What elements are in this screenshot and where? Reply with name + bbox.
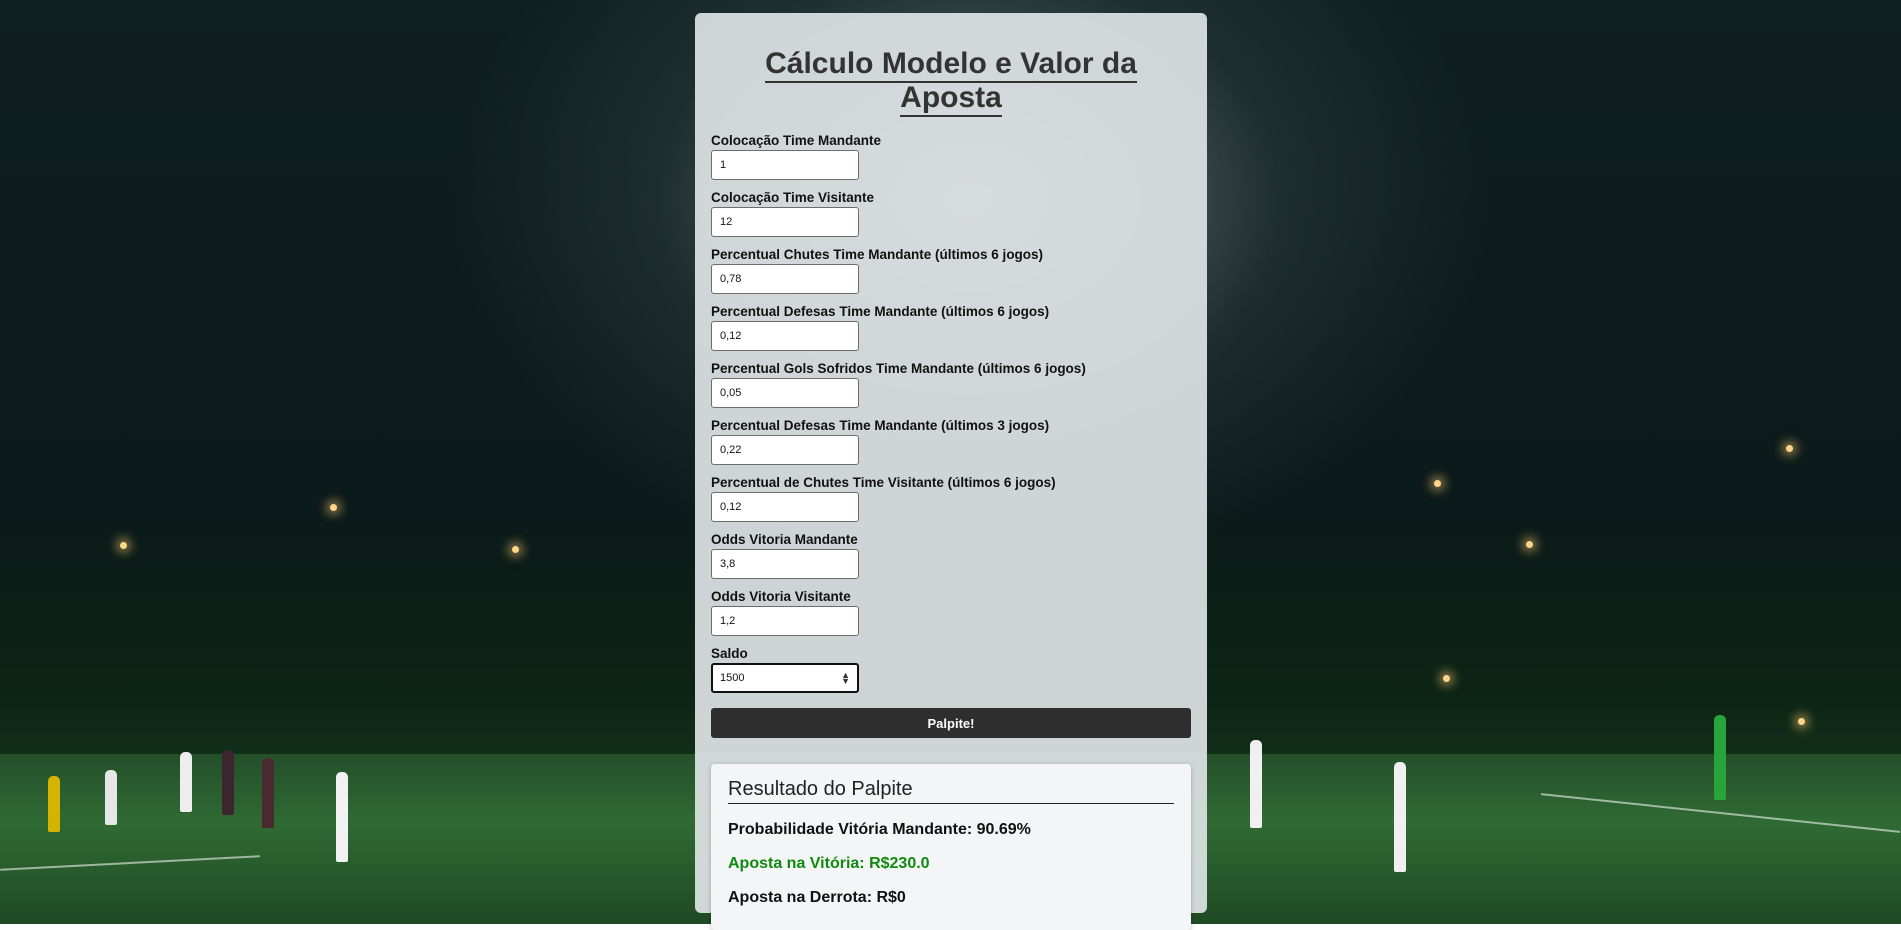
page-title: Cálculo Modelo e Valor da Aposta	[711, 47, 1191, 117]
input-value: 1,2	[720, 615, 736, 627]
player-figure	[180, 752, 192, 812]
spinner-arrows-icon[interactable]: ▲ ▼	[841, 671, 850, 686]
field-label: Odds Vitoria Mandante	[711, 532, 858, 547]
home-saves-3-input[interactable]: 0,22	[711, 435, 859, 465]
bet-form: Colocação Time Mandante 1 Colocação Time…	[711, 133, 1191, 738]
stadium-light	[1443, 675, 1450, 682]
field-label: Colocação Time Mandante	[711, 133, 882, 148]
field-balance: Saldo 1500 ▲ ▼	[711, 646, 1191, 703]
stadium-light	[512, 546, 519, 553]
home-win-probability: Probabilidade Vitória Mandante: 90.69%	[728, 821, 1031, 838]
input-value: 3,8	[720, 558, 736, 570]
player-figure	[1714, 715, 1726, 800]
input-value: 0,22	[720, 444, 742, 456]
field-label: Percentual de Chutes Time Visitante (últ…	[711, 475, 1056, 490]
stadium-light	[1786, 445, 1793, 452]
field-odds-home-win: Odds Vitoria Mandante 3,8	[711, 532, 1191, 589]
player-figure	[1394, 762, 1406, 872]
pitch-line	[0, 855, 260, 871]
input-value: 0,12	[720, 501, 742, 513]
player-figure	[1250, 740, 1262, 828]
player-figure	[262, 758, 274, 828]
loss-bet-amount: Aposta na Derrota: R$0	[728, 889, 906, 906]
player-figure	[222, 750, 234, 815]
field-home-position: Colocação Time Mandante 1	[711, 133, 1191, 190]
field-home-goals-conceded-6: Percentual Gols Sofridos Time Mandante (…	[711, 361, 1191, 418]
odds-home-win-input[interactable]: 3,8	[711, 549, 859, 579]
odds-away-win-input[interactable]: 1,2	[711, 606, 859, 636]
field-label: Percentual Defesas Time Mandante (último…	[711, 418, 1050, 433]
home-position-input[interactable]: 1	[711, 150, 859, 180]
player-figure	[105, 770, 117, 825]
input-value: 12	[720, 216, 733, 228]
field-away-shots-6: Percentual de Chutes Time Visitante (últ…	[711, 475, 1191, 532]
field-label: Percentual Defesas Time Mandante (último…	[711, 304, 1050, 319]
player-figure	[48, 776, 60, 832]
input-value: 0,78	[720, 273, 742, 285]
field-home-saves-3: Percentual Defesas Time Mandante (último…	[711, 418, 1191, 475]
result-box: Resultado do Palpite Probabilidade Vitór…	[711, 764, 1191, 930]
input-value: 1	[720, 159, 727, 171]
stadium-light	[1434, 480, 1441, 487]
home-shots-6-input[interactable]: 0,78	[711, 264, 859, 294]
field-home-shots-6: Percentual Chutes Time Mandante (últimos…	[711, 247, 1191, 304]
stadium-light	[1526, 541, 1533, 548]
submit-guess-button[interactable]: Palpite!	[711, 708, 1191, 738]
bet-calculator-panel: Cálculo Modelo e Valor da Aposta Colocaç…	[695, 13, 1207, 930]
stadium-light	[1798, 718, 1805, 725]
home-saves-6-input[interactable]: 0,12	[711, 321, 859, 351]
input-value: 1500	[720, 672, 745, 684]
away-shots-6-input[interactable]: 0,12	[711, 492, 859, 522]
stadium-light	[120, 542, 127, 549]
field-label: Percentual Chutes Time Mandante (últimos…	[711, 247, 1044, 262]
win-bet-amount: Aposta na Vitória: R$230.0	[728, 855, 930, 872]
field-label: Colocação Time Visitante	[711, 190, 875, 205]
input-value: 0,05	[720, 387, 742, 399]
field-label: Odds Vitoria Visitante	[711, 589, 851, 604]
away-position-input[interactable]: 12	[711, 207, 859, 237]
result-heading: Resultado do Palpite	[728, 778, 1174, 804]
input-value: 0,12	[720, 330, 742, 342]
field-odds-away-win: Odds Vitoria Visitante 1,2	[711, 589, 1191, 646]
balance-number-input[interactable]: 1500 ▲ ▼	[711, 663, 859, 693]
field-away-position: Colocação Time Visitante 12	[711, 190, 1191, 247]
field-label: Percentual Gols Sofridos Time Mandante (…	[711, 361, 1086, 376]
player-figure	[336, 772, 348, 862]
field-label: Saldo	[711, 646, 748, 661]
home-goals-conceded-6-input[interactable]: 0,05	[711, 378, 859, 408]
stadium-light	[330, 504, 337, 511]
field-home-saves-6: Percentual Defesas Time Mandante (último…	[711, 304, 1191, 361]
